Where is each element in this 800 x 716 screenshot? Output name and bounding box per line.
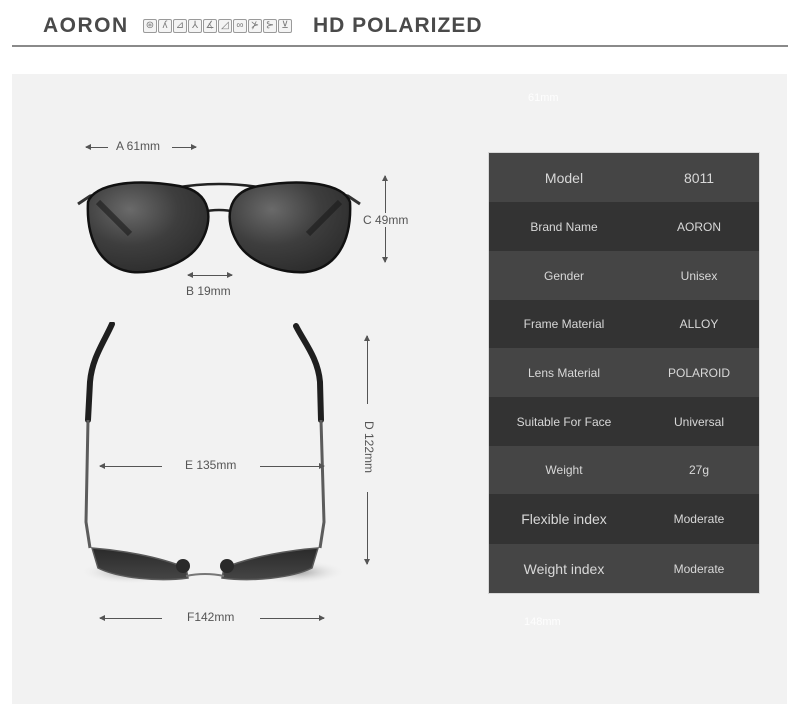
spec-value: 8011 — [683, 169, 715, 186]
spec-value: POLAROID — [667, 365, 730, 380]
cycling-icon: ∞ — [233, 19, 247, 33]
dim-f-label: F142mm — [187, 610, 235, 624]
right-temple-tip — [293, 323, 324, 423]
dim-f-arrow-right — [260, 615, 325, 621]
fishing-icon: ◿ — [218, 19, 232, 33]
dim-c-label: C 49mm — [362, 213, 410, 227]
bridge-top — [185, 573, 225, 577]
dim-d-label: D 122mm — [362, 421, 376, 474]
dim-f-arrow-left — [99, 615, 162, 621]
left-lens — [86, 181, 210, 274]
left-temple-tip — [85, 322, 115, 423]
spec-row-suitable-for-face: Suitable For Face Universal — [489, 397, 759, 446]
dim-a-label: A 61mm — [116, 139, 161, 153]
spec-row-flexible-index: Flexible index Moderate — [489, 494, 759, 544]
dim-a-arrow-left — [85, 144, 108, 150]
spec-row-weight-index: Weight index Moderate — [489, 544, 759, 593]
spec-value: AORON — [676, 219, 721, 234]
left-temple-arm — [84, 419, 92, 549]
right-lens — [228, 181, 352, 274]
running-icon: ʎ — [158, 19, 172, 33]
dim-a-arrow-right — [172, 144, 197, 150]
spec-label: Model — [544, 169, 584, 186]
spec-label: Lens Material — [527, 365, 601, 380]
spec-value: Moderate — [673, 561, 725, 576]
spec-row-brand-name: Brand Name AORON — [489, 202, 759, 251]
spec-label: Weight index — [523, 560, 605, 577]
dim-d-arrow-top — [364, 335, 370, 404]
dim-e-label: E 135mm — [185, 458, 237, 472]
spec-row-weight: Weight 27g — [489, 446, 759, 494]
spec-value: Unisex — [680, 268, 718, 283]
glasses-front-view — [77, 181, 361, 274]
spec-row-gender: Gender Unisex — [489, 251, 759, 300]
right-temple-arm — [318, 419, 326, 549]
left-nose-pad — [176, 559, 190, 573]
right-nose-pad — [220, 559, 234, 573]
skating-icon: ⊁ — [248, 19, 262, 33]
spec-label: Brand Name — [530, 219, 598, 234]
hd-polarized-title: HD POLARIZED — [313, 14, 483, 37]
sailing-icon: ⊿ — [173, 19, 187, 33]
glasses-top-view — [80, 322, 346, 584]
spec-row-lens-material: Lens Material POLAROID — [489, 348, 759, 397]
spec-row-model: Model 8011 — [489, 153, 759, 202]
dim-d-arrow-bottom — [364, 492, 370, 565]
spec-label: Weight — [545, 463, 583, 477]
driving-icon: ⊛ — [143, 19, 157, 33]
golf-icon: ⊻ — [278, 19, 292, 33]
spec-label: Flexible index — [521, 511, 607, 527]
skiing-icon: ⅄ — [188, 19, 202, 33]
ghost-label-bottom: 148mm — [524, 616, 561, 628]
header: AORON ⊛ ʎ ⊿ ⅄ ∡ ◿ ∞ ⊁ ⊱ ⊻ HD POLARIZED — [0, 0, 800, 48]
dim-e-arrow-left — [99, 463, 162, 469]
spec-label: Frame Material — [523, 317, 605, 331]
spec-row-frame-material: Frame Material ALLOY — [489, 300, 759, 348]
brand-name: AORON — [43, 14, 129, 37]
header-divider — [12, 45, 788, 47]
spec-table: Model 8011 Brand Name AORON Gender Unise… — [489, 153, 759, 593]
climbing-icon: ∡ — [203, 19, 217, 33]
spec-value: ALLOY — [679, 317, 719, 331]
spec-value: Moderate — [673, 512, 725, 526]
dim-b-arrow — [187, 272, 233, 278]
ghost-label-top: 61mm — [528, 92, 559, 104]
spec-label: Suitable For Face — [516, 414, 612, 429]
snowboard-icon: ⊱ — [263, 19, 277, 33]
spec-value: Universal — [673, 414, 724, 429]
dim-e-arrow-right — [260, 463, 325, 469]
dim-b-label: B 19mm — [186, 284, 231, 298]
spec-label: Gender — [543, 268, 585, 283]
sport-icons-strip: ⊛ ʎ ⊿ ⅄ ∡ ◿ ∞ ⊁ ⊱ ⊻ — [143, 19, 292, 33]
spec-value: 27g — [688, 463, 710, 477]
